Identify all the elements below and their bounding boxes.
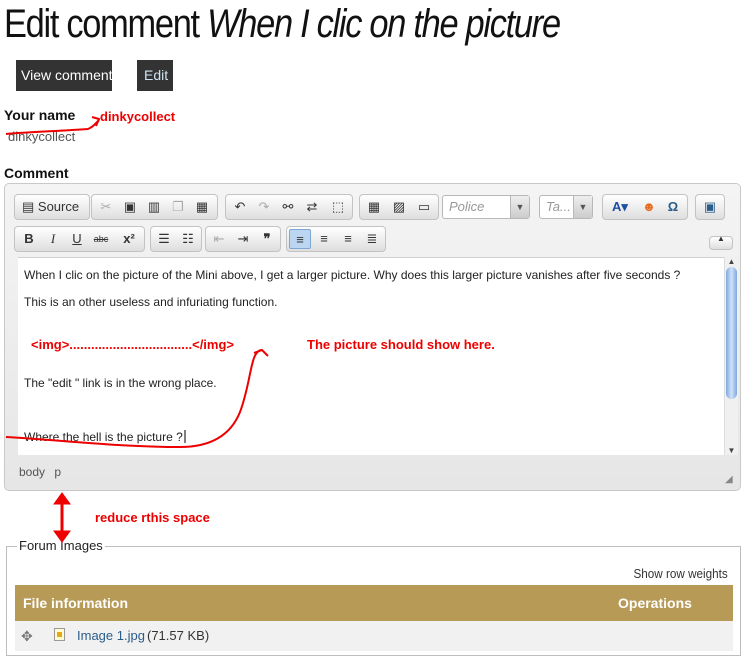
paste-icon[interactable]: ▦ <box>191 197 213 217</box>
img-placeholder: <img>..................................<… <box>31 337 235 352</box>
font-combo[interactable]: Police ▼ <box>442 195 530 219</box>
cut-icon[interactable]: ✂ <box>95 197 117 217</box>
source-button[interactable]: ▤ Source <box>18 197 88 217</box>
column-operations: Operations <box>618 595 692 611</box>
select-all-icon[interactable]: ⬚ <box>327 197 349 217</box>
name-value: dinkycollect <box>8 129 76 144</box>
column-file-information: File information <box>23 595 128 611</box>
scroll-down-icon[interactable]: ▼ <box>725 446 738 455</box>
forum-images-legend: Forum Images <box>17 538 105 553</box>
bold-icon[interactable]: B <box>18 229 40 249</box>
italic-icon[interactable]: I <box>42 229 64 249</box>
copy-icon[interactable]: ❐ <box>167 197 189 217</box>
undo-icon[interactable]: ↶ <box>229 197 251 217</box>
elements-path[interactable]: body p <box>19 465 61 479</box>
indent-group: ⇤ ⇥ ❞ <box>205 226 281 252</box>
special-char-icon[interactable]: Ω <box>662 197 684 217</box>
scroll-up-icon[interactable]: ▲ <box>725 257 738 266</box>
image-icon[interactable]: ▨ <box>388 197 410 217</box>
editor-scrollbar[interactable]: ▲ ▼ <box>724 257 738 455</box>
align-right-icon[interactable]: ≡ <box>337 229 359 249</box>
source-group: ▤ Source <box>14 194 90 220</box>
strikethrough-icon[interactable]: abc <box>90 229 112 249</box>
picture-annotation: The picture should show here. <box>307 337 495 352</box>
space-annotation: reduce rthis space <box>95 510 210 525</box>
size-combo-label: Ta... <box>546 199 571 214</box>
file-link[interactable]: Image 1.jpg <box>77 621 145 651</box>
show-row-weights-link[interactable]: Show row weights <box>634 566 728 581</box>
underline-icon[interactable]: U <box>66 229 88 249</box>
justify-icon[interactable]: ≣ <box>361 229 383 249</box>
source-label: Source <box>37 199 80 214</box>
table-header: File information Operations <box>15 585 733 621</box>
horizontal-rule-icon[interactable]: ▭ <box>413 197 435 217</box>
paste-word-icon[interactable]: ▥ <box>143 197 165 217</box>
text-color-icon[interactable]: A▾ <box>605 197 635 217</box>
edit-group: ↶ ↷ ⚯ ⇄ ⬚ <box>225 194 353 220</box>
view-comment-tab[interactable]: View comment <box>16 60 113 91</box>
toolbar-collapse-button[interactable]: ▲ <box>709 234 733 250</box>
edit-tab[interactable]: Edit <box>137 60 173 91</box>
numbered-list-icon[interactable]: ☰ <box>153 229 175 249</box>
size-combo[interactable]: Ta... ▼ <box>539 195 593 219</box>
page-title-subject: When I clic on the picture <box>207 2 561 46</box>
editor-content[interactable]: When I clic on the picture of the Mini a… <box>18 257 724 455</box>
content-line-2: This is an other useless and infuriating… <box>24 295 278 309</box>
up-arrow-icon <box>53 492 71 505</box>
table-icon[interactable]: ▦ <box>363 197 385 217</box>
align-group: ≡ ≡ ≡ ≣ <box>286 226 386 252</box>
smiley-icon[interactable]: ☻ <box>638 197 660 217</box>
content-line-4: Where the hell is the picture ? <box>24 430 183 444</box>
chevron-down-icon: ▼ <box>510 196 529 218</box>
align-center-icon[interactable]: ≡ <box>313 229 335 249</box>
name-label: Your name <box>4 107 76 123</box>
clipboard-group: ✂ ▣ ▥ ❐ ▦ <box>91 194 218 220</box>
outdent-icon[interactable]: ⇤ <box>208 229 230 249</box>
resize-grip-icon[interactable]: ◢ <box>725 475 735 485</box>
content-line-3: The "edit " link is in the wrong place. <box>24 376 217 390</box>
tools-group: ▣ <box>695 194 725 220</box>
style-group: A▾ ☻ Ω <box>602 194 688 220</box>
basic-styles-group: B I U abc x² <box>14 226 145 252</box>
blockquote-icon[interactable]: ❞ <box>256 229 278 249</box>
font-combo-label: Police <box>449 199 485 214</box>
rich-text-editor: ▤ Source ✂ ▣ ▥ ❐ ▦ ↶ ↷ ⚯ ⇄ ⬚ ▦ ▨ ▭ Polic… <box>4 183 741 491</box>
align-left-icon[interactable]: ≡ <box>289 229 311 249</box>
bulleted-list-icon[interactable]: ☷ <box>177 229 199 249</box>
insert-group: ▦ ▨ ▭ <box>359 194 439 220</box>
indent-icon[interactable]: ⇥ <box>232 229 254 249</box>
name-arrow-head <box>91 116 101 127</box>
image-file-icon <box>54 628 65 641</box>
content-line-1: When I clic on the picture of the Mini a… <box>24 268 681 282</box>
list-group: ☰ ☷ <box>150 226 202 252</box>
paste-text-icon[interactable]: ▣ <box>119 197 141 217</box>
name-annotation: dinkycollect <box>100 109 176 124</box>
forum-images-fieldset: Forum Images Show row weights File infor… <box>6 538 741 656</box>
redo-icon[interactable]: ↷ <box>253 197 275 217</box>
collapse-icon: ▲ <box>717 234 725 243</box>
comment-label: Comment <box>4 165 69 181</box>
superscript-icon[interactable]: x² <box>118 229 140 249</box>
file-size: (71.57 KB) <box>147 628 210 643</box>
page-title: Edit comment When I clic on the picture <box>4 0 561 48</box>
table-row: ✥ Image 1.jpg (71.57 KB) <box>15 621 733 651</box>
find-icon[interactable]: ⚯ <box>277 197 299 217</box>
maximize-icon[interactable]: ▣ <box>699 197 721 217</box>
scroll-thumb[interactable] <box>726 267 737 399</box>
chevron-down-icon: ▼ <box>573 196 592 218</box>
page-title-prefix: Edit comment <box>4 2 200 46</box>
drag-handle-icon[interactable]: ✥ <box>21 621 33 651</box>
replace-icon[interactable]: ⇄ <box>301 197 323 217</box>
